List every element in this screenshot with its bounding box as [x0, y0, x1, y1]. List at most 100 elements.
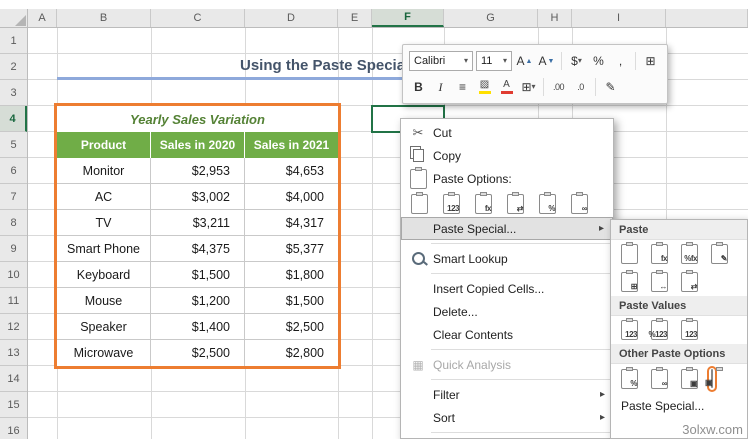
table-cell[interactable]: Microwave: [57, 340, 151, 366]
submenu-item-paste-special[interactable]: Paste Special...: [611, 394, 747, 417]
formatting-icon[interactable]: %: [621, 367, 638, 389]
row-header-4-selected[interactable]: 4: [0, 106, 27, 132]
column-header-b[interactable]: B: [57, 9, 151, 27]
borders-button[interactable]: ⊞ ▾: [519, 76, 538, 98]
table-cell[interactable]: AC: [57, 184, 151, 209]
row-header-1[interactable]: 1: [0, 28, 27, 54]
table-cell[interactable]: $1,200: [151, 288, 245, 313]
menu-item-quick-analysis[interactable]: ▦ Quick Analysis: [401, 353, 613, 376]
decrease-decimal-button[interactable]: .0: [571, 76, 590, 98]
formulas-number-formatting-icon[interactable]: %fx: [681, 242, 698, 264]
menu-item-clear-contents[interactable]: Clear Contents: [401, 323, 613, 346]
column-header-a[interactable]: A: [28, 9, 57, 27]
menu-item-smart-lookup[interactable]: Smart Lookup: [401, 247, 613, 270]
comma-style-button[interactable]: ,: [611, 50, 630, 72]
row-header-12[interactable]: 12: [0, 314, 27, 340]
row-header-16[interactable]: 16: [0, 418, 27, 439]
picture-icon[interactable]: ▣: [681, 367, 698, 389]
row-header-13[interactable]: 13: [0, 340, 27, 366]
paste-icon[interactable]: [411, 191, 428, 214]
paste-link-icon[interactable]: ∞: [651, 367, 668, 389]
column-header-g[interactable]: G: [444, 9, 538, 27]
table-cell[interactable]: $4,317: [245, 210, 338, 235]
column-header-d[interactable]: D: [245, 9, 338, 27]
italic-button[interactable]: I: [431, 76, 450, 98]
menu-item-copy[interactable]: Copy: [401, 144, 613, 167]
table-cell[interactable]: Speaker: [57, 314, 151, 339]
font-size-select[interactable]: 11 ▾: [476, 51, 512, 71]
paste-transpose-icon[interactable]: ⇄: [507, 191, 524, 214]
table-header-product[interactable]: Product: [57, 132, 151, 158]
font-color-button[interactable]: A: [497, 76, 516, 98]
grow-font-button[interactable]: A ▲: [515, 50, 534, 72]
row-header-2[interactable]: 2: [0, 54, 27, 80]
row-header-8[interactable]: 8: [0, 210, 27, 236]
table-cell[interactable]: $2,500: [245, 314, 338, 339]
table-header-sales-2021[interactable]: Sales in 2021: [245, 132, 338, 158]
table-cell[interactable]: Mouse: [57, 288, 151, 313]
font-name-select[interactable]: Calibri ▾: [409, 51, 473, 71]
table-cell[interactable]: $4,653: [245, 158, 338, 183]
increase-decimal-button[interactable]: .00: [549, 76, 568, 98]
table-cell[interactable]: $2,953: [151, 158, 245, 183]
shrink-font-button[interactable]: A ▼: [537, 50, 556, 72]
no-borders-icon[interactable]: ⊞: [621, 270, 638, 292]
menu-item-filter[interactable]: Filter ▸: [401, 383, 613, 406]
table-cell[interactable]: Smart Phone: [57, 236, 151, 261]
keep-column-widths-icon[interactable]: ↔: [651, 270, 668, 292]
menu-item-delete[interactable]: Delete...: [401, 300, 613, 323]
row-header-6[interactable]: 6: [0, 158, 27, 184]
table-cell[interactable]: $1,500: [245, 288, 338, 313]
table-cell[interactable]: $1,800: [245, 262, 338, 287]
table-cell[interactable]: $1,500: [151, 262, 245, 287]
row-header-9[interactable]: 9: [0, 236, 27, 262]
fill-color-button[interactable]: ▨: [475, 76, 494, 98]
select-all-button[interactable]: [0, 9, 28, 28]
row-header-5[interactable]: 5: [0, 132, 27, 158]
format-table-button[interactable]: ⊞: [641, 50, 660, 72]
menu-item-sort[interactable]: Sort ▸: [401, 406, 613, 429]
accounting-format-button[interactable]: $ ▾: [567, 50, 586, 72]
format-painter-button[interactable]: ✎: [601, 76, 620, 98]
menu-item-insert-copied-cells[interactable]: Insert Copied Cells...: [401, 277, 613, 300]
percent-style-button[interactable]: %: [589, 50, 608, 72]
table-cell[interactable]: $1,400: [151, 314, 245, 339]
table-caption[interactable]: Yearly Sales Variation: [57, 106, 338, 132]
row-header-10[interactable]: 10: [0, 262, 27, 288]
table-cell[interactable]: $2,500: [151, 340, 245, 366]
row-header-3[interactable]: 3: [0, 80, 27, 106]
menu-item-paste-special[interactable]: Paste Special... ▸: [401, 217, 613, 240]
row-header-14[interactable]: 14: [0, 366, 27, 392]
values-number-formatting-icon[interactable]: %123: [649, 318, 668, 340]
paste-link-icon[interactable]: ∞: [571, 191, 588, 214]
table-cell[interactable]: $4,000: [245, 184, 338, 209]
column-header-e[interactable]: E: [338, 9, 372, 27]
row-header-11[interactable]: 11: [0, 288, 27, 314]
table-cell[interactable]: Monitor: [57, 158, 151, 183]
table-cell[interactable]: $2,800: [245, 340, 338, 366]
column-header-i[interactable]: I: [572, 9, 666, 27]
align-center-button[interactable]: ≡: [453, 76, 472, 98]
table-cell[interactable]: $3,211: [151, 210, 245, 235]
keep-source-formatting-icon[interactable]: ✎: [711, 242, 728, 264]
transpose-icon[interactable]: ⇄: [681, 270, 698, 292]
table-cell[interactable]: $3,002: [151, 184, 245, 209]
bold-button[interactable]: B: [409, 76, 428, 98]
table-header-sales-2020[interactable]: Sales in 2020: [151, 132, 245, 158]
paste-formatting-icon[interactable]: %: [539, 191, 556, 214]
paste-formulas-icon[interactable]: fx: [475, 191, 492, 214]
table-cell[interactable]: TV: [57, 210, 151, 235]
linked-picture-icon[interactable]: ▣: [705, 369, 713, 388]
menu-item-cut[interactable]: ✂ Cut: [401, 121, 613, 144]
paste-values-icon[interactable]: 123: [443, 191, 460, 214]
values-icon[interactable]: 123: [621, 318, 638, 340]
table-cell[interactable]: Keyboard: [57, 262, 151, 287]
paste-icon[interactable]: [621, 242, 638, 264]
row-header-15[interactable]: 15: [0, 392, 27, 418]
row-header-7[interactable]: 7: [0, 184, 27, 210]
column-header-c[interactable]: C: [151, 9, 245, 27]
table-cell[interactable]: $4,375: [151, 236, 245, 261]
table-cell[interactable]: $5,377: [245, 236, 338, 261]
column-header-h[interactable]: H: [538, 9, 572, 27]
values-source-formatting-icon[interactable]: 123: [681, 318, 698, 340]
